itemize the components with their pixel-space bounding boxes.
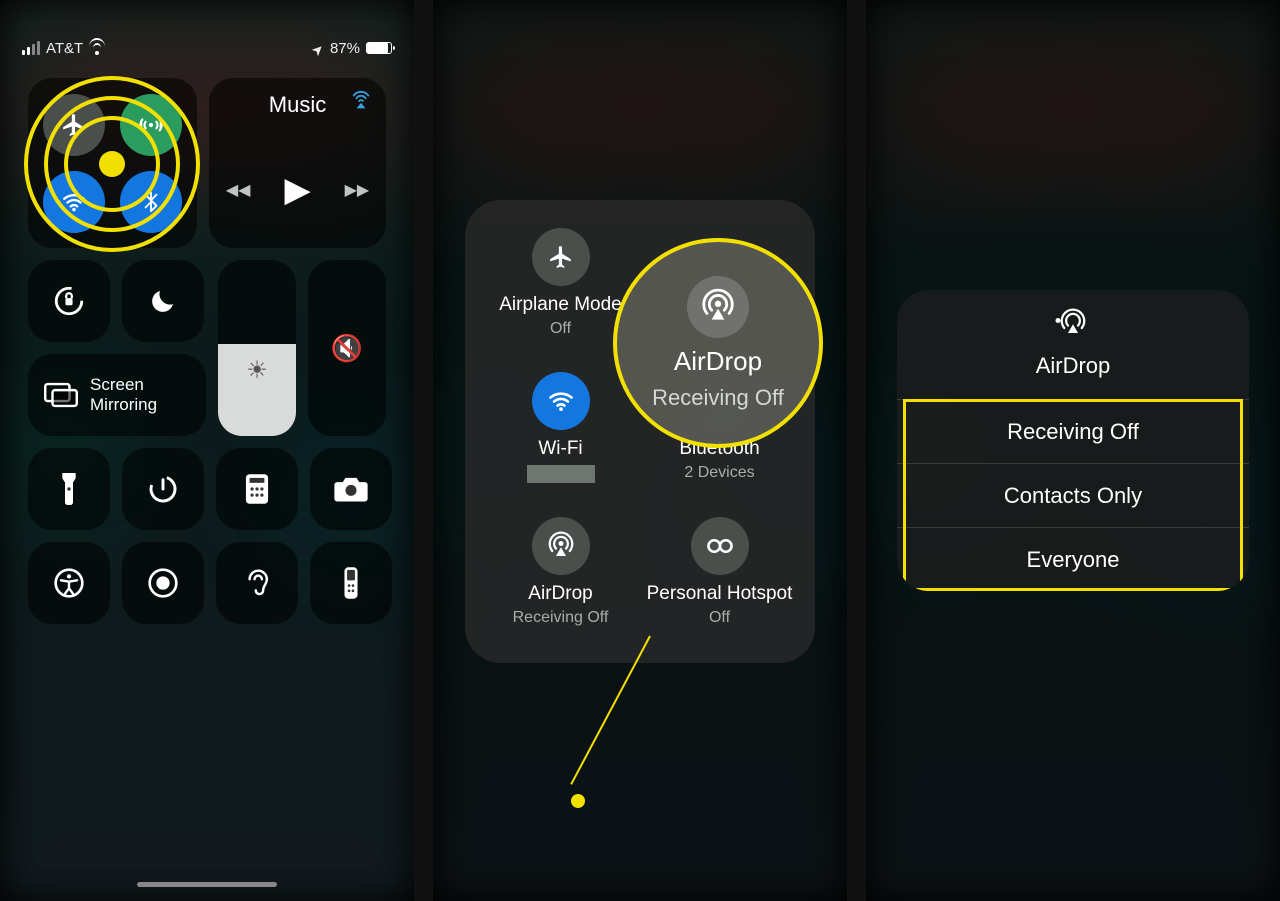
airdrop-option-everyone[interactable]: Everyone xyxy=(897,527,1249,591)
airdrop-callout: AirDrop Receiving Off xyxy=(613,238,823,448)
airplay-icon[interactable] xyxy=(350,90,372,117)
record-icon xyxy=(147,567,179,599)
wifi-icon xyxy=(532,372,590,430)
carrier-label: AT&T xyxy=(46,40,83,57)
camera-button[interactable] xyxy=(310,448,392,530)
screen-mirroring-icon xyxy=(44,382,78,408)
connectivity-tile[interactable] xyxy=(28,78,197,248)
timer-icon xyxy=(147,473,179,505)
home-indicator[interactable] xyxy=(137,882,277,887)
airplane-icon xyxy=(532,228,590,286)
airdrop-icon xyxy=(532,517,590,575)
next-track-button[interactable]: ▶▶ xyxy=(345,180,370,200)
hotspot-label: Personal Hotspot xyxy=(647,583,793,605)
callout-title: AirDrop xyxy=(674,346,762,377)
callout-leader-dot-icon xyxy=(571,794,585,808)
wifi-toggle[interactable] xyxy=(43,171,105,233)
bluetooth-toggle[interactable] xyxy=(120,171,182,233)
rotation-lock-button[interactable] xyxy=(28,260,110,342)
cellular-toggle[interactable] xyxy=(120,94,182,156)
ear-icon xyxy=(243,567,271,599)
rotation-lock-icon xyxy=(52,284,86,318)
airdrop-option-receiving-off[interactable]: Receiving Off xyxy=(897,399,1249,463)
hotspot-control[interactable]: Personal Hotspot Off xyxy=(640,517,799,627)
airplane-label: Airplane Mode xyxy=(499,294,622,316)
brightness-slider[interactable]: ☀ xyxy=(218,260,296,436)
screenshot-step-2: Airplane Mode Off Wi-Fi Bluetooth 2 Devi… xyxy=(433,0,847,901)
hotspot-status: Off xyxy=(709,609,730,627)
flashlight-button[interactable] xyxy=(28,448,110,530)
airdrop-status: Receiving Off xyxy=(513,609,609,627)
airdrop-options-panel: AirDrop Receiving Off Contacts Only Ever… xyxy=(897,290,1249,591)
screenshot-step-3: AirDrop Receiving Off Contacts Only Ever… xyxy=(866,0,1280,901)
wifi-icon xyxy=(89,42,105,54)
timer-button[interactable] xyxy=(122,448,204,530)
battery-icon xyxy=(366,42,392,54)
airdrop-control[interactable]: AirDrop Receiving Off xyxy=(481,517,640,627)
wifi-control[interactable]: Wi-Fi xyxy=(481,372,640,483)
battery-percent: 87% xyxy=(330,40,360,57)
wifi-icon xyxy=(61,189,87,215)
bluetooth-icon xyxy=(140,191,162,213)
brightness-icon: ☀ xyxy=(246,356,268,385)
remote-icon xyxy=(342,566,360,600)
flashlight-icon xyxy=(59,473,79,505)
bluetooth-status: 2 Devices xyxy=(684,464,754,482)
moon-icon xyxy=(148,286,178,316)
screen-record-button[interactable] xyxy=(122,542,204,624)
status-bar: AT&T ➤ 87% xyxy=(0,0,414,78)
volume-slider[interactable]: 🔇 xyxy=(308,260,386,436)
airplane-icon xyxy=(61,112,87,138)
accessibility-button[interactable] xyxy=(28,542,110,624)
callout-sub: Receiving Off xyxy=(652,385,784,411)
apple-tv-remote-button[interactable] xyxy=(310,542,392,624)
airdrop-icon xyxy=(687,276,749,338)
music-tile[interactable]: Music ◀◀ ▶ ▶▶ xyxy=(209,78,386,248)
play-button[interactable]: ▶ xyxy=(284,170,310,210)
airdrop-option-contacts-only[interactable]: Contacts Only xyxy=(897,463,1249,527)
airdrop-icon xyxy=(1058,308,1088,343)
cell-signal-icon xyxy=(22,41,40,55)
accessibility-icon xyxy=(53,567,85,599)
hearing-button[interactable] xyxy=(216,542,298,624)
screen-mirroring-label: Screen Mirroring xyxy=(90,375,157,414)
prev-track-button[interactable]: ◀◀ xyxy=(226,180,251,200)
camera-icon xyxy=(333,475,369,503)
do-not-disturb-button[interactable] xyxy=(122,260,204,342)
wifi-network-redacted xyxy=(527,465,595,483)
screenshot-step-1: AT&T ➤ 87% xyxy=(0,0,414,901)
airplane-status: Off xyxy=(550,320,571,338)
airdrop-title: AirDrop xyxy=(1036,353,1111,379)
calculator-button[interactable] xyxy=(216,448,298,530)
volume-mute-icon: 🔇 xyxy=(331,333,363,364)
highlight-bullseye-icon xyxy=(99,151,125,177)
location-icon: ➤ xyxy=(308,39,328,59)
screen-mirroring-button[interactable]: Screen Mirroring xyxy=(28,354,206,436)
airdrop-label: AirDrop xyxy=(528,583,592,605)
airplane-toggle[interactable] xyxy=(43,94,105,156)
music-label: Music xyxy=(269,92,326,118)
wifi-label: Wi-Fi xyxy=(538,438,582,460)
cellular-icon xyxy=(138,112,164,138)
calculator-icon xyxy=(244,473,270,505)
hotspot-icon xyxy=(691,517,749,575)
